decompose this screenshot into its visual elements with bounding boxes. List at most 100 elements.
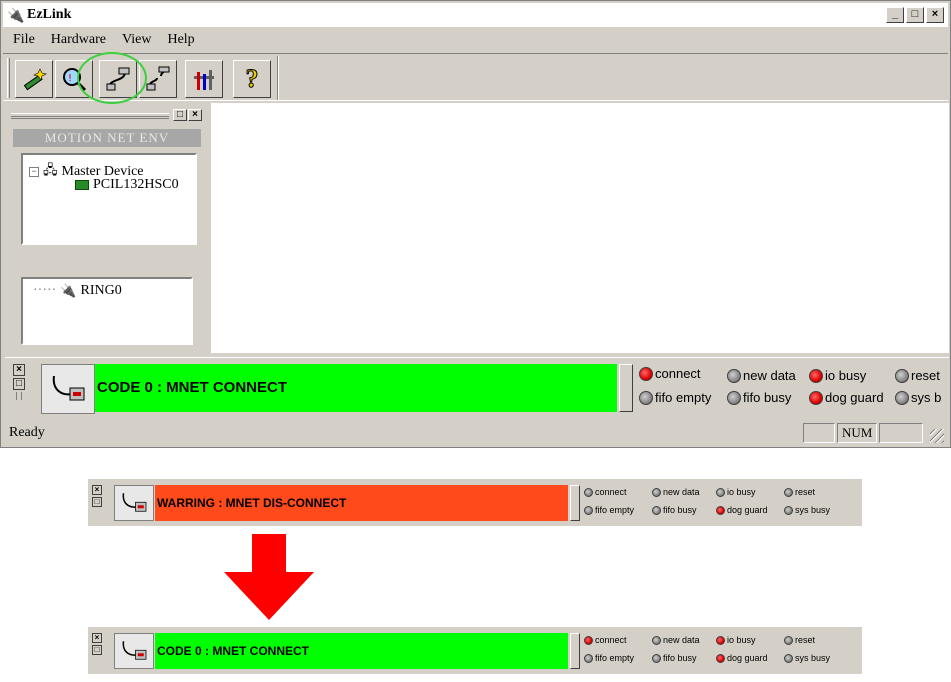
led-reset: reset xyxy=(784,487,815,497)
window-controls: _ □ × xyxy=(886,7,944,23)
motion-net-panel: □ × MOTION NET ENV − 🖧 Master Device PCI… xyxy=(5,105,205,353)
warning-strip: × □ WARRING : MNET DIS-CONNECT connect n… xyxy=(88,478,862,526)
ring-list: ····· 🔌 RING0 xyxy=(21,277,193,345)
strip-controls: × □ xyxy=(92,485,104,509)
device-tree: − 🖧 Master Device PCIL132HSC0 xyxy=(21,153,197,245)
led-sys-busy: sys b xyxy=(895,390,941,405)
led-dot xyxy=(727,368,741,383)
toolbar-grip[interactable] xyxy=(7,58,10,98)
led-reset: reset xyxy=(895,368,940,383)
title-bar: 🔌 EzLink _ □ × xyxy=(3,3,948,27)
led-new-data: new data xyxy=(652,487,700,497)
strip-close-button[interactable]: × xyxy=(13,364,25,376)
panel-restore-button[interactable]: □ xyxy=(173,109,187,121)
panel-controls: □ × xyxy=(173,109,202,121)
led-fifo-empty: fifo empty xyxy=(584,505,634,515)
menu-file[interactable]: File xyxy=(3,32,43,48)
tools-button[interactable] xyxy=(185,60,223,98)
led-sys-busy: sys busy xyxy=(784,505,830,515)
cable-connect-icon xyxy=(114,633,154,669)
strip-grip[interactable] xyxy=(16,392,22,400)
app-icon: 🔌 xyxy=(7,7,25,23)
wand-icon xyxy=(23,68,47,91)
panel-grip[interactable] xyxy=(11,113,169,119)
ring-label: RING0 xyxy=(80,283,122,298)
led-connect: connect xyxy=(639,366,701,381)
tree-item-card[interactable]: PCIL132HSC0 xyxy=(75,177,179,193)
plug-icon: 🔌 xyxy=(60,283,77,298)
network-icon: 🖧 xyxy=(43,162,58,177)
code-status-bar: CODE 0 : MNET CONNECT xyxy=(95,364,617,412)
led-io-busy: io busy xyxy=(716,487,756,497)
wand-button[interactable] xyxy=(15,60,53,98)
highlight-circle xyxy=(77,52,147,104)
led-dog-guard: dog guard xyxy=(716,653,768,663)
led-panel: connect new data io busy reset fifo empt… xyxy=(639,366,949,414)
tree-item-ring[interactable]: ····· 🔌 RING0 xyxy=(33,283,122,299)
led-io-busy: io busy xyxy=(716,635,756,645)
led-dog-guard: dog guard xyxy=(716,505,768,515)
status-strip: × □ CODE 0 : MNET CONNECT connect new da… xyxy=(5,357,949,417)
led-connect: connect xyxy=(584,635,627,645)
tree-dots: ····· xyxy=(33,283,57,298)
code-scrollbar[interactable] xyxy=(619,364,633,412)
strip-controls: × □ xyxy=(92,633,104,657)
card-icon xyxy=(75,180,89,190)
strip-close-button[interactable]: × xyxy=(92,633,102,643)
status-panel-num: NUM xyxy=(837,423,877,443)
window-title: EzLink xyxy=(27,7,72,22)
main-area xyxy=(211,103,949,353)
strip-restore-button[interactable]: □ xyxy=(92,497,102,507)
card-label: PCIL132HSC0 xyxy=(93,177,179,192)
help-button[interactable]: ? xyxy=(233,60,271,98)
menu-hardware[interactable]: Hardware xyxy=(43,32,114,48)
led-connect: connect xyxy=(584,487,627,497)
led-dot xyxy=(639,366,653,381)
cable-connect-icon xyxy=(114,485,154,521)
strip-close-button[interactable]: × xyxy=(92,485,102,495)
close-button[interactable]: × xyxy=(926,7,944,23)
led-sys-busy: sys busy xyxy=(784,653,830,663)
led-reset: reset xyxy=(784,635,815,645)
led-new-data: new data xyxy=(652,635,700,645)
strip-restore-button[interactable]: □ xyxy=(13,378,25,390)
menu-help[interactable]: Help xyxy=(159,32,202,48)
status-bar: Ready NUM xyxy=(3,421,948,445)
minimize-button[interactable]: _ xyxy=(886,7,904,23)
led-dot xyxy=(895,390,909,405)
strip-restore-button[interactable]: □ xyxy=(92,645,102,655)
down-arrow-icon xyxy=(224,534,314,620)
code-scrollbar[interactable] xyxy=(570,485,580,521)
strip-controls: × □ xyxy=(13,364,29,400)
resize-grip[interactable] xyxy=(930,429,944,443)
led-io-busy: io busy xyxy=(809,368,866,383)
tools-icon xyxy=(194,70,214,90)
warning-status-bar: WARRING : MNET DIS-CONNECT xyxy=(155,485,568,521)
toolbar-separator xyxy=(277,56,279,100)
led-dot xyxy=(809,368,823,383)
env-header: MOTION NET ENV xyxy=(13,129,201,147)
code-scrollbar[interactable] xyxy=(570,633,580,669)
led-panel: connect new data io busy reset fifo empt… xyxy=(584,635,854,671)
tree-expander[interactable]: − xyxy=(29,167,39,177)
panel-close-button[interactable]: × xyxy=(188,109,202,121)
connect-strip: × □ CODE 0 : MNET CONNECT connect new da… xyxy=(88,626,862,674)
led-dot xyxy=(809,390,823,405)
led-dot xyxy=(895,368,909,383)
disconnect-cable-icon xyxy=(146,66,170,91)
svg-text:!: ! xyxy=(68,73,72,84)
led-dot xyxy=(639,390,653,405)
led-fifo-empty: fifo empty xyxy=(584,653,634,663)
menu-view[interactable]: View xyxy=(114,32,159,48)
status-panel-empty xyxy=(803,423,835,443)
maximize-button[interactable]: □ xyxy=(906,7,924,23)
led-fifo-busy: fifo busy xyxy=(652,653,697,663)
connect-status-bar: CODE 0 : MNET CONNECT xyxy=(155,633,568,669)
led-panel: connect new data io busy reset fifo empt… xyxy=(584,487,854,523)
led-fifo-empty: fifo empty xyxy=(639,390,711,405)
help-icon: ? xyxy=(245,64,259,94)
menu-bar: File Hardware View Help xyxy=(3,29,948,51)
led-fifo-busy: fifo busy xyxy=(652,505,697,515)
cable-connect-icon xyxy=(41,364,95,414)
led-dog-guard: dog guard xyxy=(809,390,884,405)
